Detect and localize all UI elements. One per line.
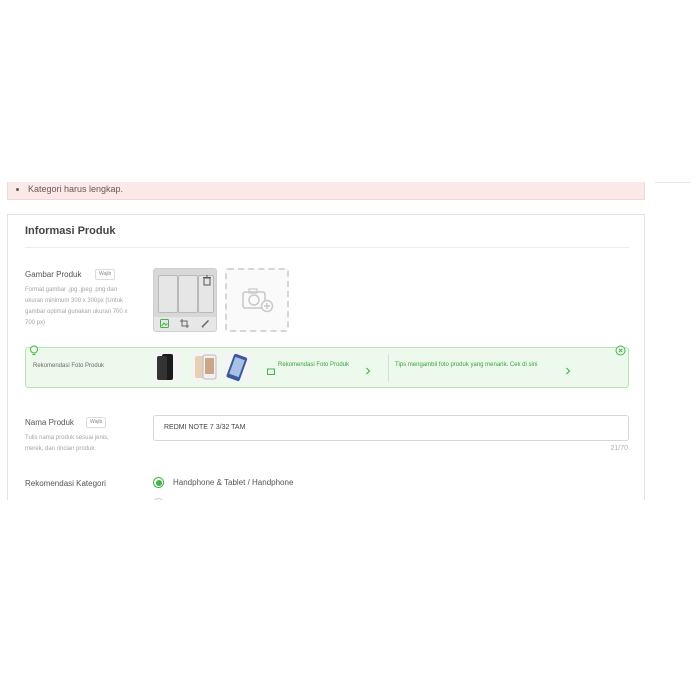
required-badge: Wajib xyxy=(86,417,107,428)
image-icon[interactable] xyxy=(159,315,169,331)
image-field-label: Gambar Produk xyxy=(25,270,82,279)
chevron-right-icon[interactable] xyxy=(565,362,571,380)
add-image-slot[interactable] xyxy=(225,268,289,332)
reco-photo-link[interactable]: Rekomendasi Foto Produk xyxy=(278,362,349,368)
category-option-label[interactable]: Handphone & Tablet / Handphone xyxy=(173,478,293,487)
crop-icon[interactable] xyxy=(180,315,190,331)
divider xyxy=(655,182,690,183)
trash-icon[interactable] xyxy=(202,273,212,291)
card-title: Informasi Produk xyxy=(25,225,116,237)
category-field-label: Rekomendasi Kategori xyxy=(25,479,106,488)
camera-add-icon xyxy=(242,287,274,318)
category-radio[interactable] xyxy=(153,498,164,500)
photo-tips-link[interactable]: Tips mengambil foto produk yang menarik.… xyxy=(395,362,538,368)
name-help-text: Tulis nama produk sesuai jenis, merek, d… xyxy=(25,435,109,452)
product-name-input[interactable]: REDMI NOTE 7 3/32 TAM xyxy=(153,415,629,441)
product-image-thumbnail[interactable] xyxy=(153,268,217,332)
char-counter: 21/70 xyxy=(610,445,628,452)
error-alert: Kategori harus lengkap. xyxy=(7,182,645,200)
required-badge: Wajib xyxy=(95,269,116,280)
product-photo xyxy=(158,275,178,313)
error-item: Kategori harus lengkap. xyxy=(28,182,644,195)
image-help-text: Format gambar .jpg .jpeg .png dan ukuran… xyxy=(25,287,128,326)
photo-recommendation-box: Rekomendasi Foto Produk Rekomendasi Foto… xyxy=(25,345,629,388)
card-divider xyxy=(25,247,629,248)
reco-photo-thumb[interactable] xyxy=(224,352,252,382)
image-toolbar xyxy=(154,317,216,331)
photo-icon xyxy=(267,362,275,380)
divider xyxy=(388,354,389,382)
name-field-label: Nama Produk xyxy=(25,418,74,427)
lightbulb-icon xyxy=(29,343,39,361)
reco-photo-thumb[interactable] xyxy=(192,352,220,382)
category-radio-selected[interactable] xyxy=(153,477,164,488)
close-icon[interactable] xyxy=(615,343,626,361)
reco-label: Rekomendasi Foto Produk xyxy=(33,363,105,369)
chevron-right-icon[interactable] xyxy=(365,362,371,380)
error-list: Kategori harus lengkap. xyxy=(8,182,644,195)
product-info-card: Informasi Produk Gambar Produk Wajib For… xyxy=(7,214,645,500)
edit-icon[interactable] xyxy=(201,315,210,331)
reco-photo-thumb[interactable] xyxy=(153,352,181,382)
product-photo xyxy=(178,275,198,313)
